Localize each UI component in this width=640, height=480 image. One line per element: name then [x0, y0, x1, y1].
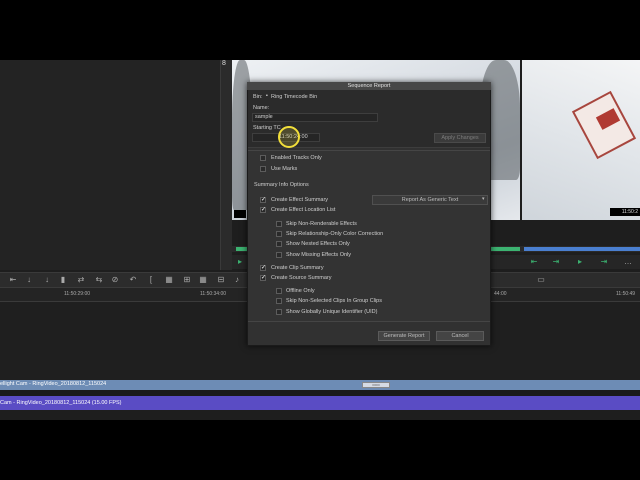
step-icon[interactable]: ⇥	[552, 258, 560, 266]
use-marks-label: Use Marks	[271, 166, 298, 172]
bin-panel	[0, 60, 220, 270]
apply-changes-button[interactable]: Apply Changes	[434, 133, 486, 143]
enabled-tracks-only-checkbox[interactable]	[260, 155, 266, 161]
show-uid-checkbox[interactable]	[276, 309, 282, 315]
name-label: Name:	[253, 105, 270, 111]
mark-out-icon[interactable]: ⇥	[600, 258, 608, 266]
bracket-icon[interactable]: [	[146, 275, 156, 285]
letterbox-top	[0, 0, 640, 60]
show-missing-label: Show Missing Effects Only	[286, 252, 352, 258]
dialog-title: Sequence Report	[247, 82, 491, 90]
clip-marker[interactable]: ▭▭	[362, 382, 390, 388]
show-nested-label: Show Nested Effects Only	[286, 241, 350, 247]
overwrite-icon[interactable]: ↓	[42, 275, 52, 285]
bin-icon: ▪	[266, 93, 268, 99]
name-field[interactable]: sample	[252, 113, 378, 122]
skip-relationship-checkbox[interactable]	[276, 231, 282, 237]
video-track-clip[interactable]: ellight Cam - RingVideo_20180812_115024	[0, 380, 640, 390]
snap-icon[interactable]: ⊟	[216, 275, 226, 285]
create-source-summary-label: Create Source Summary	[271, 275, 332, 281]
ruler-tick: 11:50:49	[616, 291, 636, 297]
grid-icon[interactable]: ▦	[164, 275, 174, 285]
bin-label: Bin:	[253, 94, 263, 100]
link-icon[interactable]: ⊞	[182, 275, 192, 285]
layout-icon[interactable]: ▭	[536, 275, 546, 285]
play-icon[interactable]: ▸	[236, 258, 244, 266]
segment-icon[interactable]: ⇄	[76, 275, 86, 285]
panel-divider[interactable]	[220, 60, 232, 270]
show-missing-checkbox[interactable]	[276, 252, 282, 258]
source-timecode	[234, 210, 246, 218]
skip-non-renderable-label: Skip Non-Renderable Effects	[286, 221, 357, 227]
ruler-tick: 44:00	[494, 291, 507, 297]
use-marks-checkbox[interactable]	[260, 166, 266, 172]
mouse-cursor-highlight	[278, 126, 300, 148]
lift-icon[interactable]: ⇤	[8, 275, 18, 285]
bin-value: Ring Timecode Bin	[271, 94, 318, 100]
splice-icon[interactable]: ▮	[58, 275, 68, 285]
report-format-dropdown[interactable]: Report As Generic Text	[372, 195, 488, 205]
panel-number: 8	[222, 60, 226, 67]
skip-non-selected-checkbox[interactable]	[276, 298, 282, 304]
offline-only-label: Offline Only	[286, 288, 315, 294]
summary-info-options-heading: Summary Info Options	[254, 182, 309, 188]
block-icon[interactable]: ⊘	[110, 275, 120, 285]
show-uid-label: Show Globally Unique Identifier (UID)	[286, 309, 378, 315]
record-monitor[interactable]	[522, 60, 640, 220]
show-nested-checkbox[interactable]	[276, 241, 282, 247]
play-icon[interactable]: ▸	[576, 258, 584, 266]
more-icon[interactable]: …	[624, 258, 632, 266]
extract-icon[interactable]: ↓	[24, 275, 34, 285]
record-timecode: 11:50:2	[610, 208, 640, 216]
clip-label: Cam - RingVideo_20180812_115024 (15.00 F…	[0, 400, 122, 406]
generate-report-button[interactable]: Generate Report	[378, 331, 430, 341]
skip-non-selected-label: Skip Non-Selected Clips In Group Clips	[286, 298, 382, 304]
trim-icon[interactable]: ⇆	[94, 275, 104, 285]
create-effect-summary-checkbox[interactable]: ✓	[260, 197, 266, 203]
starting-tc-label: Starting TC	[253, 125, 281, 131]
create-clip-summary-label: Create Clip Summary	[271, 265, 324, 271]
enabled-tracks-only-label: Enabled Tracks Only	[271, 155, 322, 161]
ruler-tick: 11:50:34:00	[200, 291, 227, 297]
dropdown-arrow-icon: ▾	[482, 196, 485, 202]
record-position-indicator	[524, 247, 640, 251]
skip-relationship-label: Skip Relationship-Only Color Correction	[286, 231, 384, 237]
create-effect-location-list-checkbox[interactable]: ✓	[260, 207, 266, 213]
audio-track-clip[interactable]: Cam - RingVideo_20180812_115024 (15.00 F…	[0, 396, 640, 410]
report-format-value: Report As Generic Text	[401, 197, 459, 203]
audio-icon[interactable]: ♪	[232, 275, 242, 285]
create-source-summary-checkbox[interactable]: ✓	[260, 275, 266, 281]
ruler-tick: 11:50:29:00	[64, 291, 91, 297]
source-position-indicator	[490, 247, 520, 251]
skip-non-renderable-checkbox[interactable]	[276, 221, 282, 227]
cancel-button[interactable]: Cancel	[436, 331, 484, 341]
undo-icon[interactable]: ↶	[128, 275, 138, 285]
letterbox-bottom	[0, 420, 640, 480]
grid-icon[interactable]: ▦	[198, 275, 208, 285]
create-clip-summary-checkbox[interactable]: ✓	[260, 265, 266, 271]
clip-label: ellight Cam - RingVideo_20180812_115024	[0, 381, 107, 387]
create-effect-summary-label: Create Effect Summary	[271, 197, 329, 203]
create-effect-location-list-label: Create Effect Location List	[271, 207, 336, 213]
offline-only-checkbox[interactable]	[276, 288, 282, 294]
mark-in-icon[interactable]: ⇤	[530, 258, 538, 266]
